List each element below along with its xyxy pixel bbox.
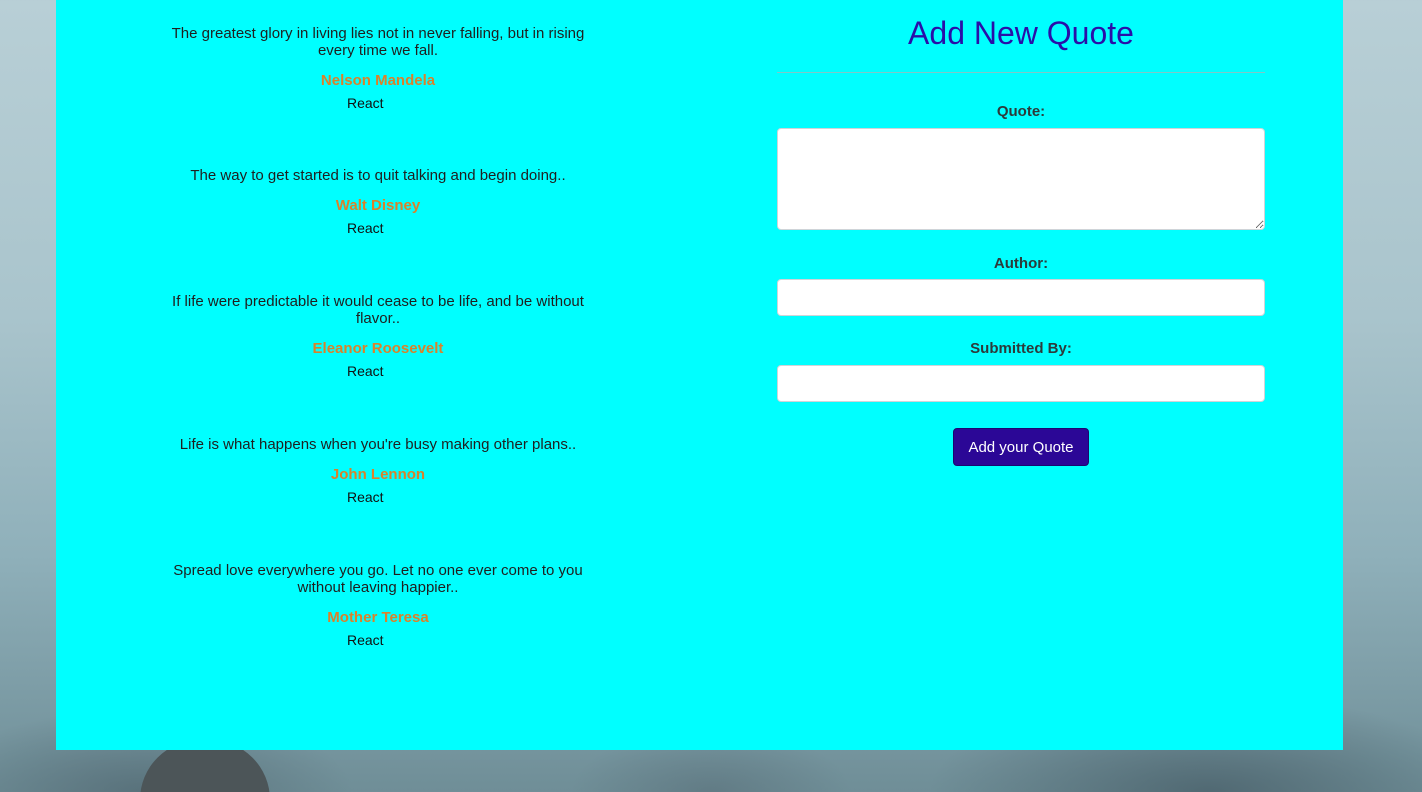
react-button[interactable]: React: [347, 95, 384, 111]
quote-card: Spread love everywhere you go. Let no on…: [161, 562, 595, 626]
submitted-by-input[interactable]: [777, 365, 1265, 402]
quote-card: Life is what happens when you're busy ma…: [161, 436, 595, 483]
quote-author: Mother Teresa: [327, 609, 429, 626]
react-button[interactable]: React: [347, 220, 384, 236]
quote-text: Life is what happens when you're busy ma…: [179, 436, 577, 453]
quote-text: If life were predictable it would cease …: [172, 293, 584, 327]
react-button[interactable]: React: [347, 489, 384, 505]
quote-textarea[interactable]: [777, 128, 1265, 230]
react-button[interactable]: React: [347, 632, 384, 648]
form-title: Add New Quote: [908, 15, 1134, 51]
main-panel: The greatest glory in living lies not in…: [56, 0, 1343, 750]
quote-card: The way to get started is to quit talkin…: [161, 167, 595, 214]
quote-label: Quote:: [996, 103, 1046, 120]
quote-author: John Lennon: [330, 466, 426, 483]
quote-text: Spread love everywhere you go. Let no on…: [173, 562, 583, 596]
quote-author: Nelson Mandela: [320, 72, 436, 89]
submitted-by-label: Submitted By:: [970, 340, 1072, 357]
divider: [777, 72, 1265, 73]
author-input[interactable]: [777, 279, 1265, 316]
quote-text: The way to get started is to quit talkin…: [190, 167, 566, 184]
quote-author: Walt Disney: [335, 197, 421, 214]
react-button[interactable]: React: [347, 363, 384, 379]
quote-card: The greatest glory in living lies not in…: [161, 25, 595, 89]
quote-author: Eleanor Roosevelt: [312, 340, 444, 357]
add-quote-button[interactable]: Add your Quote: [953, 428, 1089, 466]
quote-card: If life were predictable it would cease …: [161, 293, 595, 357]
author-label: Author:: [993, 255, 1049, 272]
quote-text: The greatest glory in living lies not in…: [171, 25, 585, 59]
